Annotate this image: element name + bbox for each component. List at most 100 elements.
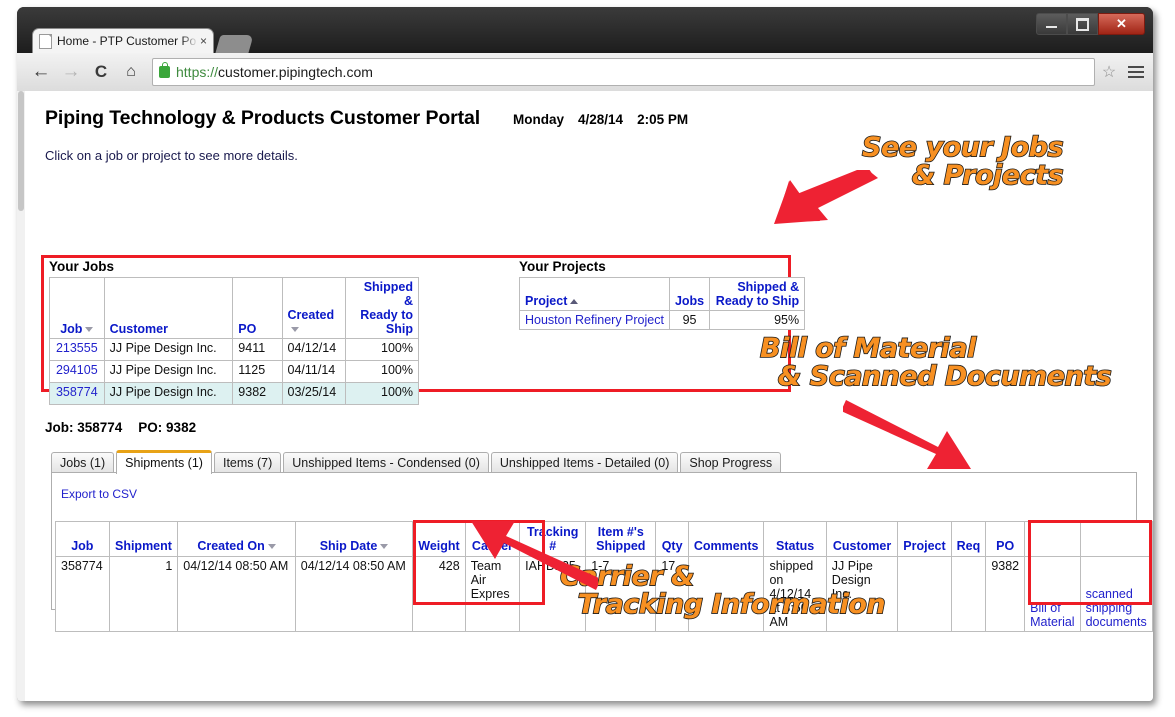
your-projects-section: Your Projects Project Jobs Shipped & Rea… — [519, 259, 806, 330]
hamburger-menu-icon[interactable] — [1119, 59, 1153, 85]
tab-shipments[interactable]: Shipments (1) — [116, 450, 212, 474]
table-row[interactable]: 213555 JJ Pipe Design Inc. 9411 04/12/14… — [49, 338, 419, 361]
current-day: Monday — [513, 112, 565, 127]
detail-tabs: Jobs (1) Shipments (1) Items (7) Unshipp… — [51, 450, 783, 474]
ship-req — [950, 556, 987, 632]
project-jobs-count: 95 — [668, 310, 711, 330]
scrollbar-thumb[interactable] — [18, 91, 24, 211]
ship-number: 1 — [108, 556, 179, 632]
browser-tabstrip: Home - PTP Customer Po × — [17, 29, 1153, 53]
job-created: 04/12/14 — [281, 338, 347, 361]
export-to-csv-link[interactable]: Export to CSV — [61, 487, 137, 501]
arrow-to-documents — [843, 400, 971, 469]
page-icon — [39, 33, 52, 49]
job-customer: JJ Pipe Design Inc. — [103, 338, 234, 361]
job-shipped-pct: 100% — [345, 360, 419, 383]
job-created: 03/25/14 — [281, 382, 347, 405]
ship-weight: 428 — [412, 556, 466, 632]
back-icon[interactable]: ← — [26, 57, 56, 87]
ship-col-job[interactable]: Job — [55, 521, 110, 557]
tab-jobs[interactable]: Jobs (1) — [51, 452, 115, 474]
ship-project — [897, 556, 952, 632]
callout-bill-of-material: Bill of Material & Scanned Documents — [759, 333, 1112, 392]
job-shipped-pct: 100% — [345, 382, 419, 405]
jobs-col-job[interactable]: Job — [49, 277, 105, 339]
ship-col-bom — [1024, 521, 1081, 557]
jobs-col-created[interactable]: Created — [281, 277, 347, 339]
job-customer: JJ Pipe Design Inc. — [103, 360, 234, 383]
projects-col-jobs[interactable]: Jobs — [668, 277, 711, 311]
ship-po: 9382 — [985, 556, 1026, 632]
ship-created-on: 04/12/14 08:50 AM — [177, 556, 296, 632]
scanned-documents-link[interactable]: scanned shipping documents — [1079, 556, 1153, 632]
project-shipped-pct: 95% — [709, 310, 806, 330]
current-date: 4/28/14 — [578, 112, 624, 127]
page-title: Piping Technology & Products Customer Po… — [45, 107, 481, 129]
project-link[interactable]: Houston Refinery Project — [519, 310, 670, 330]
projects-table: Project Jobs Shipped & Ready to Ship Hou… — [519, 277, 806, 330]
page-hint-text: Click on a job or project to see more de… — [45, 148, 298, 163]
job-created: 04/11/14 — [281, 360, 347, 383]
shipments-header-row: Job Shipment Created On Ship Date Weight… — [55, 521, 1153, 557]
tab-shop-progress[interactable]: Shop Progress — [680, 452, 782, 474]
job-po: 9382 — [232, 382, 283, 405]
ship-col-po[interactable]: PO — [985, 521, 1026, 557]
job-link[interactable]: 358774 — [49, 382, 105, 405]
ship-col-customer[interactable]: Customer — [825, 521, 899, 557]
arrow-to-jobs — [774, 170, 878, 224]
reload-icon[interactable]: C — [86, 57, 116, 87]
your-jobs-heading: Your Jobs — [49, 259, 115, 274]
ship-job: 358774 — [55, 556, 110, 632]
projects-col-shipped[interactable]: Shipped & Ready to Ship — [709, 277, 806, 311]
browser-tab-title: Home - PTP Customer Po — [57, 34, 197, 48]
ship-date: 04/12/14 08:50 AM — [294, 556, 414, 632]
job-summary: Job: 358774 PO: 9382 — [45, 420, 196, 435]
lock-icon — [159, 62, 170, 78]
table-row[interactable]: 294105 JJ Pipe Design Inc. 1125 04/11/14… — [49, 360, 419, 383]
ship-col-ship-date[interactable]: Ship Date — [294, 521, 414, 557]
your-projects-heading: Your Projects — [519, 259, 606, 274]
jobs-col-customer[interactable]: Customer — [103, 277, 234, 339]
ship-col-weight[interactable]: Weight — [412, 521, 466, 557]
tab-unshipped-condensed[interactable]: Unshipped Items - Condensed (0) — [283, 452, 489, 474]
job-po: 1125 — [232, 360, 283, 383]
current-time: 2:05 PM — [637, 112, 689, 127]
job-customer: JJ Pipe Design Inc. — [103, 382, 234, 405]
ship-col-shipment[interactable]: Shipment — [108, 521, 179, 557]
ship-col-status[interactable]: Status — [763, 521, 827, 557]
job-link[interactable]: 213555 — [49, 338, 105, 361]
projects-col-project[interactable]: Project — [519, 277, 670, 311]
home-icon[interactable]: ⌂ — [116, 57, 146, 87]
ship-col-scanned — [1079, 521, 1153, 557]
new-tab-button[interactable] — [215, 35, 254, 53]
jobs-col-po[interactable]: PO — [232, 277, 283, 339]
jobs-col-shipped[interactable]: Shipped & Ready to Ship — [345, 277, 419, 339]
ship-col-req[interactable]: Req — [950, 521, 987, 557]
address-bar[interactable]: https:// customer.pipingtech.com — [152, 58, 1095, 86]
url-scheme: https:// — [176, 64, 219, 80]
bookmark-star-icon[interactable]: ☆ — [1099, 62, 1119, 82]
projects-table-header-row: Project Jobs Shipped & Ready to Ship — [519, 277, 806, 311]
close-icon[interactable]: × — [200, 35, 207, 47]
current-datetime: Monday 4/28/14 2:05 PM — [513, 112, 688, 127]
ship-col-project[interactable]: Project — [897, 521, 952, 557]
job-summary-po: PO: 9382 — [138, 420, 197, 435]
browser-tab[interactable]: Home - PTP Customer Po × — [33, 29, 213, 53]
job-summary-job: Job: 358774 — [45, 420, 123, 435]
job-shipped-pct: 100% — [345, 338, 419, 361]
your-jobs-section: Your Jobs Job Customer PO Created Shippe… — [49, 259, 419, 405]
callout-carrier-tracking: Carrier & Tracking Information — [559, 561, 886, 620]
forward-icon[interactable]: → — [56, 57, 86, 87]
jobs-table: Job Customer PO Created Shipped & Ready … — [49, 277, 419, 405]
tab-unshipped-detailed[interactable]: Unshipped Items - Detailed (0) — [490, 452, 679, 474]
ship-col-comments[interactable]: Comments — [687, 521, 765, 557]
table-row[interactable]: Houston Refinery Project 95 95% — [519, 310, 806, 330]
job-link[interactable]: 294105 — [49, 360, 105, 383]
bill-of-material-link[interactable]: Bill of Material — [1024, 556, 1081, 632]
tab-items[interactable]: Items (7) — [213, 452, 282, 474]
ship-col-qty[interactable]: Qty — [655, 521, 689, 557]
table-row-selected[interactable]: 358774 JJ Pipe Design Inc. 9382 03/25/14… — [49, 382, 419, 405]
browser-toolbar: ← → C ⌂ https:// customer.pipingtech.com… — [17, 53, 1153, 92]
job-po: 9411 — [232, 338, 283, 361]
ship-col-created-on[interactable]: Created On — [177, 521, 296, 557]
